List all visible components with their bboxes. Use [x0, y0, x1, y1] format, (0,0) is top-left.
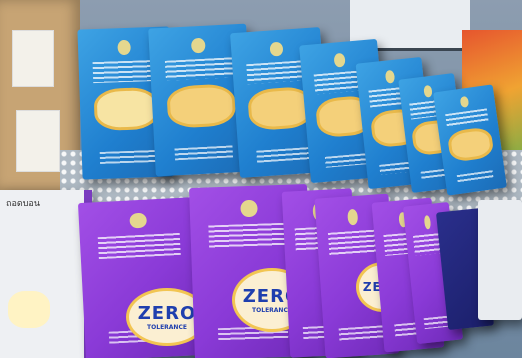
- paper-note: [12, 30, 54, 87]
- cartoon-illustration: [8, 290, 51, 328]
- zero-subtext: TOLERANCE: [147, 324, 187, 331]
- white-book: [478, 200, 522, 320]
- zero-text: ZERO: [137, 303, 197, 324]
- cartoon-badge: [169, 86, 234, 126]
- paper-note: [16, 110, 60, 172]
- zero-subtext: TOLERANCE: [252, 307, 292, 314]
- photo: ถอดบอน ZERO TOLERANCE ZERO TOLERANCE ZER…: [0, 0, 522, 358]
- cartoon-illustration: [96, 89, 157, 129]
- emblem-icon: [117, 39, 131, 56]
- book-label: ถอดบอน: [6, 199, 40, 209]
